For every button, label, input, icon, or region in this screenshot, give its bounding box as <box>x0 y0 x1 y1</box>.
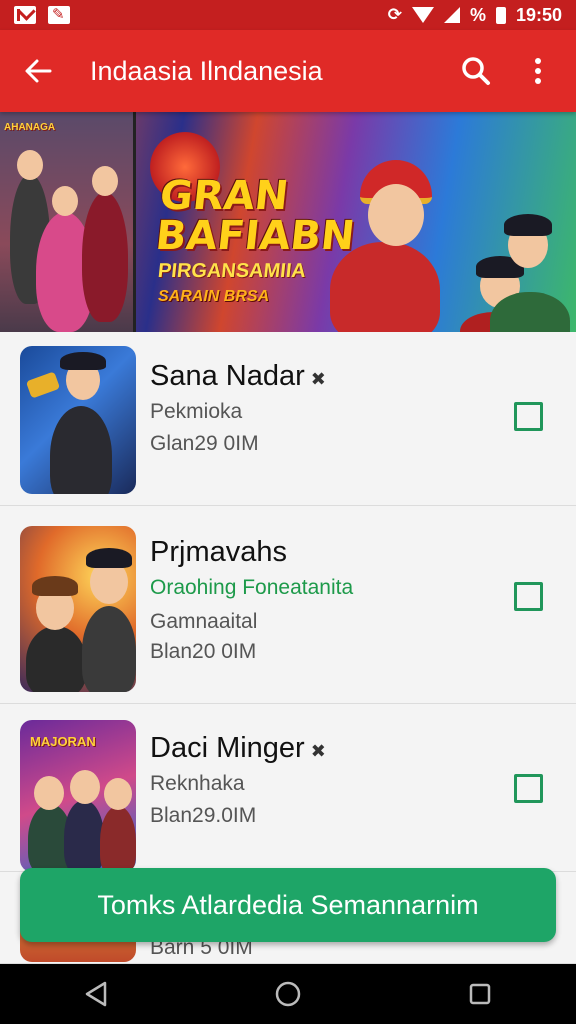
banner-tag: SARAIN BRSA <box>158 288 270 305</box>
item-subtitle: Reknhaka <box>150 772 245 795</box>
square-recents-icon[interactable] <box>450 964 510 1024</box>
primary-action-button[interactable]: Tomks Atlardedia Semannarnim <box>20 868 556 942</box>
status-time: 19:50 <box>515 4 562 25</box>
item-size: Blan29.0IM <box>150 804 257 827</box>
gmail-notification-icon <box>14 6 39 24</box>
item-title: Prjmavahs <box>150 536 287 568</box>
signal-icon <box>443 7 460 23</box>
triangle-back-icon[interactable] <box>66 964 126 1024</box>
item-category: Gamnaaital <box>150 610 258 633</box>
battery-icon <box>495 6 506 24</box>
app-bar: Indaasia Ilndanesia <box>0 30 576 112</box>
vibrate-icon: ⟳ <box>387 5 402 24</box>
page-title: Indaasia Ilndanesia <box>90 55 323 86</box>
list-item[interactable]: Prjmavahs Oraohing Foneatanita Gamnaaita… <box>0 506 576 704</box>
item-checkbox[interactable] <box>514 402 543 431</box>
system-icons: ⟳ % 19:50 <box>388 5 562 26</box>
banner-subtitle: PIRGANSAMIIA <box>156 260 308 282</box>
banner-left-art: AHANAGA <box>0 112 136 332</box>
featured-banner[interactable]: AHANAGA GRAN BAFIABN PIRGANSAMIIA SARAIN… <box>0 112 576 332</box>
banner-hero <box>330 160 440 332</box>
system-nav-bar <box>0 964 576 1024</box>
item-checkbox[interactable] <box>514 774 543 803</box>
banner-title: GRAN BAFIABN <box>153 173 357 259</box>
game-thumbnail <box>20 346 136 494</box>
battery-percent: % <box>469 4 486 25</box>
item-title: Sana Nadar ✖ <box>150 360 326 392</box>
notification-icons <box>14 5 70 24</box>
item-title: Daci Minger ✖ <box>150 732 326 764</box>
game-thumbnail: MAJORAN <box>20 720 136 872</box>
banner-left-logo: AHANAGA <box>4 122 56 133</box>
circle-home-icon[interactable] <box>258 964 318 1024</box>
banner-character <box>82 166 128 322</box>
item-checkbox[interactable] <box>514 582 543 611</box>
item-size: Blan20 0IM <box>150 640 257 663</box>
arrow-left-icon[interactable] <box>18 51 58 91</box>
item-subtitle: Pekmioka <box>150 400 243 423</box>
status-bar: ⟳ % 19:50 <box>0 0 576 30</box>
game-thumbnail <box>20 526 136 692</box>
item-subtitle: Oraohing Foneatanita <box>150 576 354 599</box>
search-icon[interactable] <box>456 51 496 91</box>
list-item[interactable]: Sana Nadar ✖ Pekmioka Glan29 0IM <box>0 332 576 506</box>
list-item[interactable]: MAJORAN Daci Minger ✖ Reknhaka Blan29.0IM <box>0 704 576 872</box>
more-vert-icon[interactable] <box>518 51 558 91</box>
wifi-icon <box>411 7 434 23</box>
app-notification-icon <box>48 5 70 24</box>
item-size: Glan29 0IM <box>150 432 259 455</box>
